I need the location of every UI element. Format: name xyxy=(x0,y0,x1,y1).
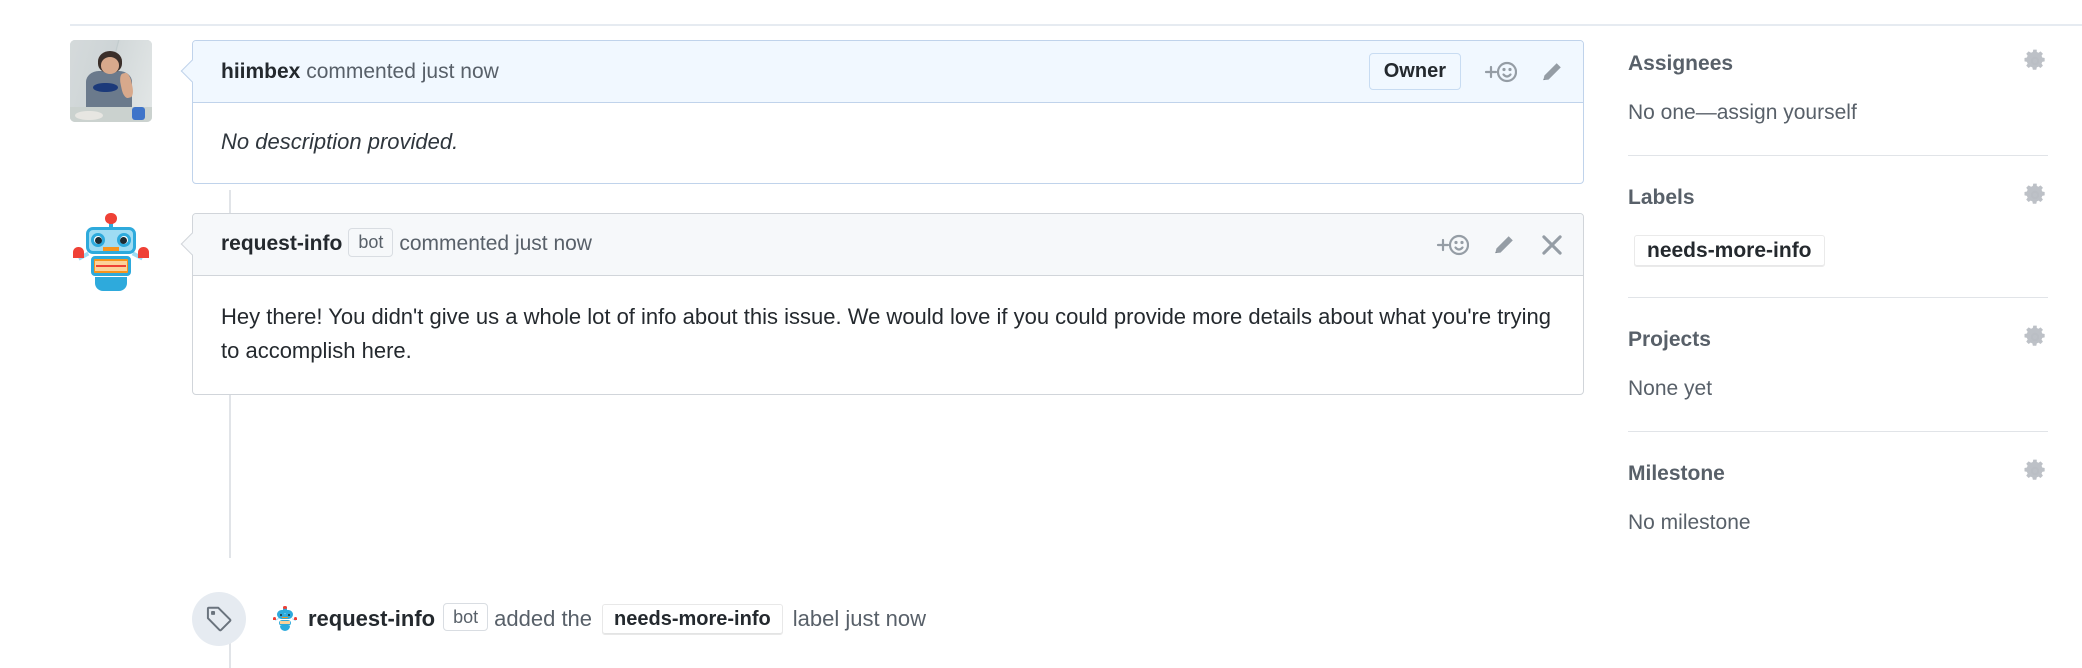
tag-icon xyxy=(192,592,246,646)
section-header: Assignees xyxy=(1628,48,2048,79)
bot-avatar-small[interactable] xyxy=(272,606,298,632)
section-header: Milestone xyxy=(1628,458,2048,489)
comment-body: No description provided. xyxy=(221,129,459,154)
bot-avatar-image xyxy=(70,213,152,295)
event-verb: added the xyxy=(494,606,593,631)
comment-action: commented xyxy=(306,59,416,83)
event-timestamp[interactable]: just now xyxy=(845,606,926,632)
event-label-chip[interactable]: needs-more-info xyxy=(602,603,783,635)
timeline-event-labeled: request-info bot added the needs-more-info l… xyxy=(192,592,926,646)
avatar[interactable] xyxy=(70,40,152,122)
gear-icon[interactable] xyxy=(2022,324,2048,355)
close-icon[interactable] xyxy=(1539,232,1565,258)
comment-actions: Owner xyxy=(1368,53,1565,90)
avatar[interactable] xyxy=(70,213,152,295)
pencil-icon[interactable] xyxy=(1491,232,1517,258)
sidebar-section-labels: Labels needs-more-info xyxy=(1628,182,2048,269)
sidebar-section-projects: Projects None yet xyxy=(1628,324,2048,403)
issue-conversation-page: hiimbex commented just now Owner No desc… xyxy=(0,0,2082,668)
gear-icon[interactable] xyxy=(2022,48,2048,79)
sidebar-section-milestone: Milestone No milestone xyxy=(1628,458,2048,537)
section-header: Projects xyxy=(1628,324,2048,355)
comment-byline: request-info bot commented just now xyxy=(221,228,592,259)
milestone-value: No milestone xyxy=(1628,511,1751,534)
bot-badge: bot xyxy=(443,602,489,632)
assignees-value[interactable]: No one—assign yourself xyxy=(1628,101,2048,125)
add-reaction-icon[interactable] xyxy=(1435,232,1469,258)
timeline-connector xyxy=(229,388,231,558)
comment-box: request-info bot commented just now Hey … xyxy=(180,213,1584,396)
sidebar-section-assignees: Assignees No one—assign yourself xyxy=(1628,48,2048,127)
timeline-column: hiimbex commented just now Owner No desc… xyxy=(0,40,1600,668)
sidebar-divider xyxy=(1628,155,2048,156)
comment-author[interactable]: request-info xyxy=(221,232,342,255)
gear-icon[interactable] xyxy=(2022,182,2048,213)
comment-actions xyxy=(1435,232,1565,258)
gear-icon[interactable] xyxy=(2022,458,2048,489)
event-description: request-info bot added the needs-more-info l… xyxy=(272,602,926,635)
comment-timestamp[interactable]: just now xyxy=(422,60,499,83)
issue-sidebar: Assignees No one—assign yourself Labels xyxy=(1628,48,2048,537)
section-header: Labels xyxy=(1628,182,2048,213)
comment-header: request-info bot commented just now xyxy=(193,214,1583,276)
section-title: Assignees xyxy=(1628,51,1734,75)
comment-body: Hey there! You didn't give us a whole lo… xyxy=(221,304,1551,364)
comment-author[interactable]: hiimbex xyxy=(221,60,300,83)
section-title: Projects xyxy=(1628,327,1711,351)
top-divider xyxy=(70,24,2082,26)
comment-action: commented xyxy=(399,232,510,256)
section-title: Milestone xyxy=(1628,461,1725,485)
bot-badge: bot xyxy=(348,228,394,257)
section-title: Labels xyxy=(1628,185,1695,209)
event-suffix: label xyxy=(792,606,840,631)
comment-box: hiimbex commented just now Owner No desc… xyxy=(180,40,1584,185)
projects-value: None yet xyxy=(1628,377,1713,400)
pencil-icon[interactable] xyxy=(1539,59,1565,85)
sidebar-divider xyxy=(1628,431,2048,432)
author-role-badge: Owner xyxy=(1368,53,1461,90)
comment-timestamp[interactable]: just now xyxy=(515,232,592,255)
user-avatar-image xyxy=(70,40,152,122)
event-actor[interactable]: request-info xyxy=(308,606,435,632)
sidebar-divider xyxy=(1628,297,2048,298)
label-chip[interactable]: needs-more-info xyxy=(1634,235,1825,267)
comment-header: hiimbex commented just now Owner xyxy=(193,41,1583,103)
comment-byline: hiimbex commented just now xyxy=(221,60,499,84)
add-reaction-icon[interactable] xyxy=(1483,59,1517,85)
